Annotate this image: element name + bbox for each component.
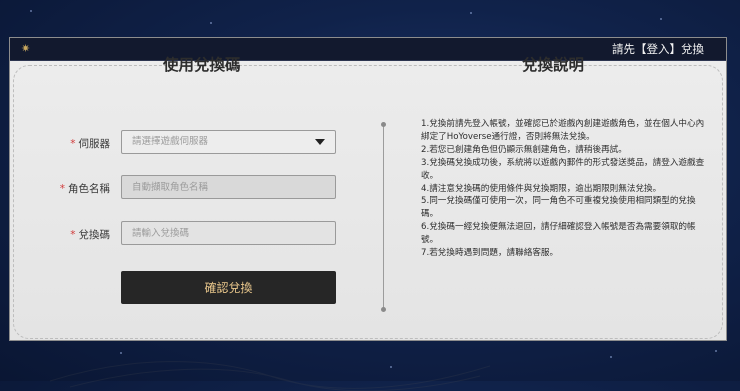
gear-icon: ✷ (21, 42, 31, 55)
server-select-placeholder: 請選擇遊戲伺服器 (132, 136, 209, 147)
instruction-item: 2.若您已創建角色但仍顯示無創建角色，請稍後再試。 (421, 144, 627, 155)
redeem-form-title: 使用兌換碼 (163, 56, 241, 74)
instruction-item: 3.兌換碼兌換成功後，系統將以遊戲內郵件的形式發送獎品，請登入遊戲查收。 (421, 157, 705, 181)
background-star (660, 18, 662, 20)
login-link[interactable]: 請先【登入】兌換 (612, 41, 704, 57)
background-star (610, 356, 612, 358)
background-star (470, 12, 472, 14)
server-label: * 伺服器 (30, 136, 110, 151)
caret-down-icon (315, 139, 325, 145)
instruction-item: 6.兌換碼一經兌換便無法退回，請仔細確認登入帳號是否為需要領取的帳號。 (421, 222, 696, 246)
confirm-redeem-button[interactable]: 確認兌換 (121, 271, 336, 304)
code-label: * 兌換碼 (30, 227, 110, 242)
required-mark: * (59, 183, 65, 195)
instructions-title: 兌換說明 (522, 56, 585, 74)
role-label: * 角色名稱 (30, 181, 110, 196)
role-label-text: 角色名稱 (68, 183, 110, 195)
background-star (210, 22, 212, 24)
redeem-code-input[interactable] (121, 221, 336, 245)
server-label-text: 伺服器 (78, 138, 111, 150)
section-divider (381, 122, 386, 312)
required-mark: * (70, 138, 76, 150)
role-name-field (121, 175, 336, 199)
instruction-item: 5.同一兌換碼僅可使用一次，同一角色不可重複兌換使用相同類型的兌換碼。 (421, 196, 696, 220)
panel-topbar: ✷ 請先【登入】兌換 (10, 38, 726, 61)
server-select[interactable]: 請選擇遊戲伺服器 (121, 130, 336, 154)
background-star (715, 350, 717, 352)
instruction-item: 7.若兌換時遇到問題，請聯絡客服。 (421, 248, 559, 259)
background-star (30, 10, 32, 12)
background-ornament (50, 361, 490, 391)
instruction-item: 1.兌換前請先登入帳號，並確認已於遊戲內創建遊戲角色，並在個人中心內綁定了HoY… (421, 119, 705, 142)
instruction-item: 4.請注意兌換碼的使用條件與兌換期限，逾出期限則無法兌換。 (421, 183, 662, 194)
instructions-list: 1.兌換前請先登入帳號，並確認已於遊戲內創建遊戲角色，並在個人中心內綁定了HoY… (421, 118, 706, 260)
required-mark: * (70, 229, 76, 241)
code-label-text: 兌換碼 (78, 229, 111, 241)
